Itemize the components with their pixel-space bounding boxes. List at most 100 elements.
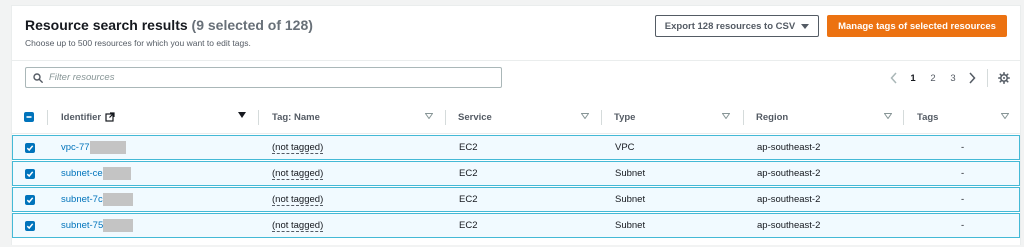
filter-resources-input[interactable] xyxy=(49,72,489,83)
sort-icon[interactable] xyxy=(884,113,892,119)
tags-cell: - xyxy=(961,168,965,179)
filter-resources-field[interactable] xyxy=(25,67,502,88)
identifier-header-label: Identifier xyxy=(61,111,102,123)
tags-header-label: Tags xyxy=(917,111,939,123)
page-3-button[interactable]: 3 xyxy=(943,73,963,84)
identifier-link[interactable]: subnet-75 xyxy=(61,220,103,231)
column-divider xyxy=(601,110,602,125)
tags-cell: - xyxy=(961,194,965,205)
manage-tags-button[interactable]: Manage tags of selected resources xyxy=(827,15,1007,37)
column-divider xyxy=(47,110,48,125)
tags-cell: - xyxy=(961,220,965,231)
service-cell: EC2 xyxy=(459,142,478,153)
next-page-button[interactable] xyxy=(963,68,981,88)
select-all-cell xyxy=(24,101,34,133)
redacted-mask xyxy=(103,219,134,232)
checkmark-icon xyxy=(26,196,34,203)
row-checkbox[interactable] xyxy=(25,220,35,231)
row-checkbox[interactable] xyxy=(25,168,35,179)
type-cell: Subnet xyxy=(615,168,646,179)
caret-down-icon xyxy=(801,23,810,29)
region-cell: ap-southeast-2 xyxy=(757,168,821,179)
sort-icon[interactable] xyxy=(581,113,589,119)
column-header-identifier[interactable]: Identifier xyxy=(61,101,115,133)
service-cell: EC2 xyxy=(459,168,478,179)
title-text: Resource search results xyxy=(25,17,188,33)
column-header-service[interactable]: Service xyxy=(458,101,492,133)
column-divider xyxy=(743,110,744,125)
column-header-tag-name[interactable]: Tag: Name xyxy=(272,101,320,133)
table-header: Identifier Tag: Name Service Type Region… xyxy=(12,101,1020,134)
search-icon xyxy=(33,72,43,83)
redacted-mask xyxy=(89,141,126,154)
not-tagged-label[interactable]: (not tagged) xyxy=(272,142,324,154)
redacted-mask xyxy=(102,167,131,180)
sort-icon[interactable] xyxy=(425,113,433,119)
column-header-tags[interactable]: Tags xyxy=(917,101,938,133)
table-row[interactable]: vpc-77 (not tagged) EC2 VPC ap-southeast… xyxy=(12,135,1020,160)
identifier-link[interactable]: subnet-7c xyxy=(61,194,103,205)
service-cell: EC2 xyxy=(459,220,478,231)
page-1-button[interactable]: 1 xyxy=(903,73,923,84)
indeterminate-icon xyxy=(26,116,32,118)
identifier-cell: subnet-ce xyxy=(61,162,131,185)
tags-cell: - xyxy=(961,142,965,153)
page-subtitle: Choose up to 500 resources for which you… xyxy=(25,38,251,48)
page-title: Resource search results (9 selected of 1… xyxy=(25,17,313,33)
identifier-cell: subnet-75 xyxy=(61,214,134,237)
row-checkbox[interactable] xyxy=(25,194,35,205)
pagination-divider xyxy=(987,69,988,87)
resource-search-results-panel: Resource search results (9 selected of 1… xyxy=(11,5,1021,245)
table-row[interactable]: subnet-7c (not tagged) EC2 Subnet ap-sou… xyxy=(12,187,1020,212)
region-cell: ap-southeast-2 xyxy=(757,220,821,231)
checkmark-icon xyxy=(26,144,34,151)
table-row[interactable]: subnet-75 (not tagged) EC2 Subnet ap-sou… xyxy=(12,213,1020,238)
redacted-mask xyxy=(102,193,133,206)
selection-count: (9 selected of 128) xyxy=(191,17,313,33)
column-header-region[interactable]: Region xyxy=(756,101,788,133)
service-header-label: Service xyxy=(458,111,492,123)
sort-icon[interactable] xyxy=(1001,113,1009,119)
tag-name-cell: (not tagged) xyxy=(272,188,324,211)
column-divider xyxy=(258,110,259,125)
identifier-link[interactable]: vpc-77 xyxy=(61,142,90,153)
chevron-right-icon xyxy=(969,72,976,84)
page-2-button[interactable]: 2 xyxy=(923,73,943,84)
chevron-left-icon xyxy=(890,72,897,84)
checkmark-icon xyxy=(26,222,34,229)
panel-header: Resource search results (9 selected of 1… xyxy=(12,6,1020,60)
sort-descending-icon[interactable] xyxy=(238,112,246,118)
manage-tags-label: Manage tags of selected resources xyxy=(838,20,996,32)
pagination: 1 2 3 xyxy=(885,68,981,88)
identifier-link[interactable]: subnet-ce xyxy=(61,168,103,179)
column-divider xyxy=(903,110,904,125)
previous-page-button[interactable] xyxy=(885,68,903,88)
external-link-icon xyxy=(105,112,115,122)
select-all-checkbox[interactable] xyxy=(24,112,34,122)
column-divider xyxy=(445,110,446,125)
table-row[interactable]: subnet-ce (not tagged) EC2 Subnet ap-sou… xyxy=(12,161,1020,186)
column-header-type[interactable]: Type xyxy=(614,101,635,133)
gear-icon xyxy=(998,72,1010,84)
tag-name-header-label: Tag: Name xyxy=(272,111,320,123)
type-header-label: Type xyxy=(614,111,636,123)
region-cell: ap-southeast-2 xyxy=(757,194,821,205)
export-csv-label: Export 128 resources to CSV xyxy=(664,20,796,32)
not-tagged-label[interactable]: (not tagged) xyxy=(272,220,324,232)
table-preferences-button[interactable] xyxy=(995,69,1013,87)
not-tagged-label[interactable]: (not tagged) xyxy=(272,168,324,180)
identifier-cell: vpc-77 xyxy=(61,136,126,159)
identifier-cell: subnet-7c xyxy=(61,188,133,211)
sort-icon[interactable] xyxy=(722,113,730,119)
tag-name-cell: (not tagged) xyxy=(272,214,324,237)
type-cell: Subnet xyxy=(615,220,646,231)
not-tagged-label[interactable]: (not tagged) xyxy=(272,194,324,206)
header-divider xyxy=(12,60,1020,61)
type-cell: Subnet xyxy=(615,194,646,205)
tag-name-cell: (not tagged) xyxy=(272,162,324,185)
type-cell: VPC xyxy=(615,142,635,153)
export-csv-button[interactable]: Export 128 resources to CSV xyxy=(655,15,819,37)
row-checkbox[interactable] xyxy=(25,142,35,153)
service-cell: EC2 xyxy=(459,194,478,205)
region-cell: ap-southeast-2 xyxy=(757,142,821,153)
